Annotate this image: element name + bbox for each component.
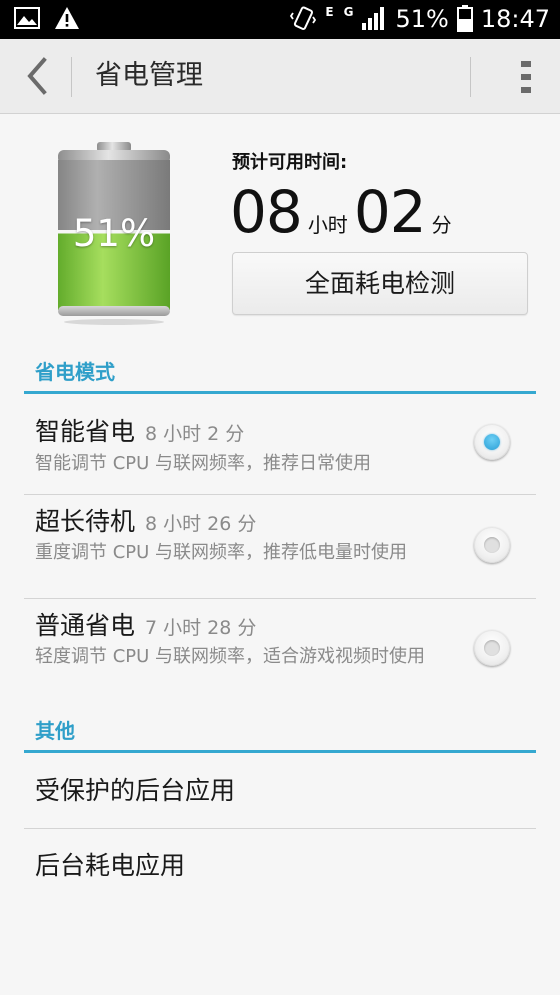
mode-description: 智能调节 CPU 与联网频率，推荐日常使用	[35, 453, 372, 474]
minutes-unit: 分	[431, 213, 452, 237]
modes-section-header: 省电模式	[24, 356, 536, 394]
hours-value: 08	[230, 178, 303, 246]
signal-icon	[361, 5, 387, 35]
back-arrow-icon	[27, 57, 47, 95]
mode-description: 重度调节 CPU 与联网频率，推荐低电量时使用	[35, 542, 408, 563]
battery-icon	[456, 4, 473, 36]
mode-radio-standby[interactable]	[474, 527, 510, 563]
estimated-time-label: 预计可用时间:	[232, 152, 348, 173]
battery-percent-text: 51%	[395, 5, 449, 33]
hours-unit: 小时	[307, 213, 348, 237]
mode-item-smart[interactable]: 智能省电 8 小时 2 分 智能调节 CPU 与联网频率，推荐日常使用	[24, 406, 536, 494]
back-button[interactable]	[18, 56, 58, 96]
protected-background-apps-item[interactable]: 受保护的后台应用	[24, 755, 536, 827]
page-title: 省电管理	[95, 60, 203, 91]
battery-level-graphic: 51%	[54, 142, 174, 328]
mode-name: 普通省电	[35, 611, 136, 640]
status-bar: E G 51% 18:47	[0, 0, 560, 39]
background-power-apps-item[interactable]: 后台耗电应用	[24, 829, 536, 903]
network-type-icon: E G	[325, 4, 354, 19]
mode-item-normal[interactable]: 普通省电 7 小时 28 分 轻度调节 CPU 与联网频率，适合游戏视频时使用	[24, 599, 536, 704]
warning-icon	[54, 6, 80, 34]
action-bar-divider	[71, 57, 72, 97]
full-power-check-button[interactable]: 全面耗电检测	[232, 252, 528, 315]
mode-item-standby[interactable]: 超长待机 8 小时 26 分 重度调节 CPU 与联网频率，推荐低电量时使用	[24, 495, 536, 598]
action-bar-divider	[470, 57, 471, 97]
overflow-menu-button[interactable]	[518, 59, 534, 95]
mode-time: 8 小时 2 分	[145, 423, 245, 445]
mode-radio-normal[interactable]	[474, 630, 510, 666]
mode-radio-smart[interactable]	[474, 424, 510, 460]
mode-time: 7 小时 28 分	[145, 617, 257, 639]
image-icon	[14, 6, 40, 34]
mode-description: 轻度调节 CPU 与联网频率，适合游戏视频时使用	[35, 646, 426, 667]
overflow-menu-icon	[521, 61, 531, 93]
mode-name: 智能省电	[35, 417, 136, 446]
mode-time: 8 小时 26 分	[145, 513, 257, 535]
battery-percent: 51%	[72, 212, 156, 255]
clock: 18:47	[480, 5, 550, 33]
minutes-value: 02	[353, 178, 427, 246]
action-bar: 省电管理	[0, 39, 560, 114]
mode-name: 超长待机	[35, 507, 136, 536]
vibrate-icon	[289, 4, 317, 36]
other-section-header: 其他	[24, 715, 536, 753]
estimated-time: 08 小时 02 分	[230, 178, 458, 246]
